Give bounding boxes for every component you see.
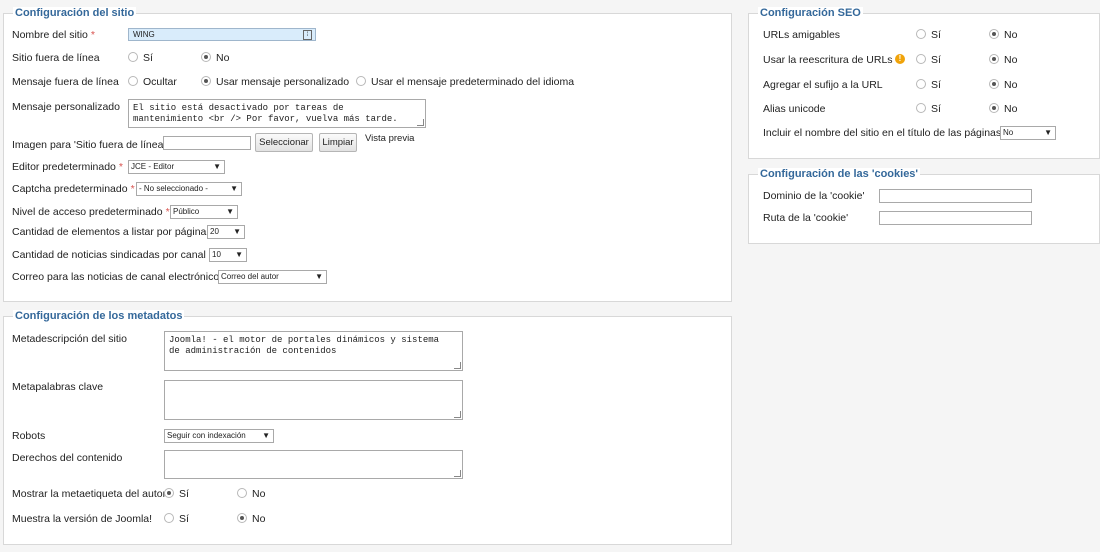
- captcha-select[interactable]: - No seleccionado - ▼: [136, 182, 242, 196]
- warning-icon: !: [895, 54, 905, 64]
- offline-label: Sitio fuera de línea: [12, 52, 100, 64]
- meta-description-textarea[interactable]: Joomla! - el motor de portales dinámicos…: [164, 331, 463, 371]
- joomla-version-yes-radio[interactable]: Sí: [164, 512, 189, 526]
- friendly-urls-yes-radio[interactable]: Sí: [916, 28, 941, 42]
- site-name-input[interactable]: WING ⁞: [128, 28, 316, 41]
- preview-label: Vista previa: [365, 133, 415, 144]
- sitename-in-title-label: Incluir el nombre del sitio en el título…: [763, 127, 1002, 139]
- offline-message-label: Mensaje fuera de línea: [12, 76, 119, 88]
- robots-select[interactable]: Seguir con indexación ▼: [164, 429, 274, 443]
- metadata-title: Configuración de los metadatos: [13, 310, 185, 323]
- editor-label: Editor predeterminado *: [12, 161, 123, 173]
- cookie-path-label: Ruta de la 'cookie': [763, 212, 849, 224]
- unicode-alias-yes-radio[interactable]: Sí: [916, 102, 941, 116]
- url-suffix-yes-radio[interactable]: Sí: [916, 78, 941, 92]
- friendly-urls-label: URLs amigables: [763, 29, 841, 41]
- list-limit-select[interactable]: 20 ▼: [207, 225, 245, 239]
- seo-panel: Configuración SEO URLs amigables Sí No U…: [748, 7, 1100, 159]
- joomla-version-label: Muestra la versión de Joomla!: [12, 513, 153, 525]
- input-key-icon: ⁞: [303, 30, 312, 40]
- dropdown-arrow-icon: ▼: [213, 162, 221, 171]
- cookie-domain-label: Dominio de la 'cookie': [763, 190, 865, 202]
- custom-message-label: Mensaje personalizado: [12, 101, 120, 113]
- offline-no-radio[interactable]: No: [201, 51, 229, 65]
- cookies-panel: Configuración de las 'cookies' Dominio d…: [748, 168, 1100, 244]
- seo-title: Configuración SEO: [758, 7, 863, 20]
- resize-grip-icon[interactable]: [454, 411, 461, 418]
- access-level-label: Nivel de acceso predeterminado *: [12, 206, 170, 218]
- unicode-alias-label: Alias unicode: [763, 103, 826, 115]
- dropdown-arrow-icon: ▼: [230, 184, 238, 193]
- content-rights-textarea[interactable]: [164, 450, 463, 479]
- resize-grip-icon[interactable]: [454, 362, 461, 369]
- dropdown-arrow-icon: ▼: [1044, 128, 1052, 137]
- unicode-alias-no-radio[interactable]: No: [989, 102, 1017, 116]
- site-settings-title: Configuración del sitio: [13, 7, 137, 20]
- access-level-select[interactable]: Público ▼: [170, 205, 238, 219]
- select-image-button[interactable]: Seleccionar: [255, 133, 313, 152]
- dropdown-arrow-icon: ▼: [262, 431, 270, 440]
- meta-keywords-label: Metapalabras clave: [12, 381, 104, 393]
- dropdown-arrow-icon: ▼: [315, 272, 323, 281]
- offline-image-label: Imagen para 'Sitio fuera de línea': [12, 139, 166, 151]
- feed-limit-select[interactable]: 10 ▼: [209, 248, 247, 262]
- cookie-domain-input[interactable]: [879, 189, 1032, 203]
- offline-msg-language-radio[interactable]: Usar el mensaje predeterminado del idiom…: [356, 75, 574, 89]
- editor-select[interactable]: JCE - Editor ▼: [128, 160, 225, 174]
- offline-msg-hide-radio[interactable]: Ocultar: [128, 75, 177, 89]
- dropdown-arrow-icon: ▼: [233, 227, 241, 236]
- friendly-urls-no-radio[interactable]: No: [989, 28, 1017, 42]
- robots-label: Robots: [12, 430, 46, 442]
- url-rewrite-no-radio[interactable]: No: [989, 53, 1017, 67]
- meta-description-label: Metadescripción del sitio: [12, 333, 127, 345]
- sitename-in-title-select[interactable]: No ▼: [1000, 126, 1056, 140]
- meta-keywords-textarea[interactable]: [164, 380, 463, 420]
- offline-msg-custom-radio[interactable]: Usar mensaje personalizado: [201, 75, 349, 89]
- url-rewrite-label: Usar la reescritura de URLs: [763, 54, 893, 66]
- cookie-path-input[interactable]: [879, 211, 1032, 225]
- metadata-panel: Configuración de los metadatos Metadescr…: [3, 310, 732, 545]
- offline-image-input[interactable]: [163, 136, 251, 150]
- list-limit-label: Cantidad de elementos a listar por págin…: [12, 226, 207, 238]
- author-meta-yes-radio[interactable]: Sí: [164, 487, 189, 501]
- url-rewrite-yes-radio[interactable]: Sí: [916, 53, 941, 67]
- site-name-label: Nombre del sitio *: [12, 29, 95, 41]
- resize-grip-icon[interactable]: [417, 119, 424, 126]
- resize-grip-icon[interactable]: [454, 470, 461, 477]
- feed-email-select[interactable]: Correo del autor ▼: [218, 270, 327, 284]
- custom-message-textarea[interactable]: El sitio está desactivado por tareas de …: [128, 99, 426, 128]
- feed-limit-label: Cantidad de noticias sindicadas por cana…: [12, 249, 206, 261]
- site-settings-panel: Configuración del sitio Nombre del sitio…: [3, 7, 732, 302]
- clear-image-button[interactable]: Limpiar: [319, 133, 357, 152]
- url-suffix-no-radio[interactable]: No: [989, 78, 1017, 92]
- cookies-title: Configuración de las 'cookies': [758, 168, 921, 181]
- url-suffix-label: Agregar el sufijo a la URL: [763, 79, 883, 91]
- captcha-label: Captcha predeterminado *: [12, 183, 135, 195]
- feed-email-label: Correo para las noticias de canal electr…: [12, 271, 220, 283]
- content-rights-label: Derechos del contenido: [12, 452, 123, 464]
- author-meta-label: Mostrar la metaetiqueta del autor: [12, 488, 167, 500]
- author-meta-no-radio[interactable]: No: [237, 487, 265, 501]
- dropdown-arrow-icon: ▼: [226, 207, 234, 216]
- joomla-version-no-radio[interactable]: No: [237, 512, 265, 526]
- dropdown-arrow-icon: ▼: [235, 250, 243, 259]
- offline-yes-radio[interactable]: Sí: [128, 51, 153, 65]
